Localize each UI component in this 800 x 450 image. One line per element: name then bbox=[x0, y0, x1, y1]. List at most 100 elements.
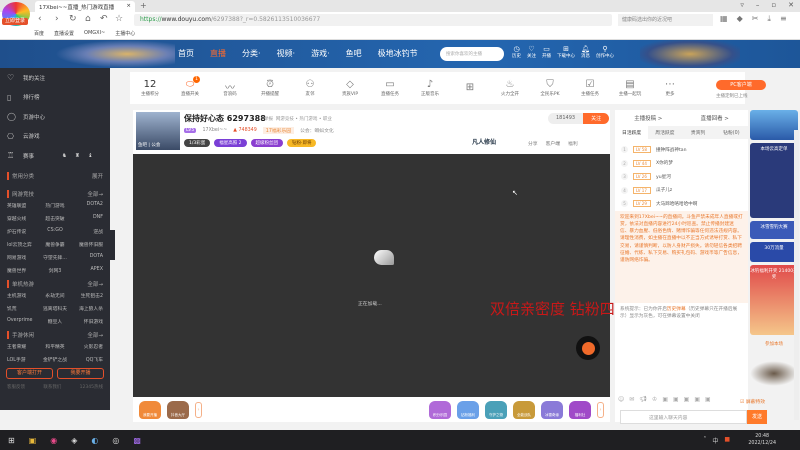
ad-banner[interactable]: 本场云高定单 bbox=[750, 143, 798, 218]
nav-home[interactable]: 首页 bbox=[178, 48, 194, 59]
video-player[interactable] bbox=[133, 154, 610, 397]
header-banner[interactable] bbox=[640, 40, 740, 68]
category-link[interactable]: 逃离塔科夫 bbox=[39, 305, 71, 312]
gift-item[interactable]: 抖音大厅 bbox=[167, 400, 189, 419]
category-link[interactable]: 饥荒 bbox=[7, 305, 39, 312]
category-link[interactable]: 魔兽争霸 bbox=[39, 241, 71, 248]
category-link[interactable]: 剑网3 bbox=[39, 267, 71, 274]
footer-link[interactable]: 联系我们 bbox=[43, 384, 61, 390]
crown-icon[interactable]: ♔ bbox=[652, 396, 657, 403]
bookmark[interactable]: OMGXI~ bbox=[84, 30, 105, 38]
replay-link[interactable]: 直播回看 > bbox=[701, 114, 729, 122]
footer-link[interactable]: 12345热线 bbox=[80, 384, 103, 390]
category-link[interactable]: 炉石传说 bbox=[7, 228, 39, 235]
send-button[interactable]: 发送 bbox=[747, 410, 767, 424]
game-logo[interactable]: 凡人修仙 bbox=[472, 137, 496, 146]
anchor-points[interactable]: 12 主播积分 bbox=[130, 79, 170, 97]
emoji-icon[interactable]: ☺ bbox=[618, 396, 624, 403]
category-link[interactable]: DOTA2 bbox=[71, 202, 103, 209]
ime-indicator[interactable]: 中 bbox=[712, 436, 718, 445]
browser-icon[interactable]: ◉ bbox=[50, 436, 57, 445]
event-logo[interactable] bbox=[750, 110, 798, 140]
douyu-logo[interactable] bbox=[55, 40, 175, 68]
open-client-button[interactable]: 客户端打开 bbox=[6, 367, 53, 379]
follow-button[interactable]: 关注 bbox=[583, 113, 610, 124]
category-link[interactable]: 热门游戏 bbox=[39, 202, 71, 209]
category-link[interactable]: 金铲铲之战 bbox=[39, 356, 71, 363]
nav-live[interactable]: 直播 bbox=[210, 48, 226, 59]
category-link[interactable]: DOTA bbox=[71, 254, 103, 261]
guild-link[interactable]: 公会：蝌蚪文化 bbox=[300, 127, 334, 134]
sidebar-item-following[interactable]: ♡ 我的关注 bbox=[0, 68, 110, 88]
toolbar-item-pk[interactable]: ⛉ 全民乐PK bbox=[530, 79, 570, 97]
history-link[interactable]: 历史弹幕 bbox=[667, 307, 686, 312]
page-scrollbar[interactable] bbox=[794, 130, 799, 420]
anchor-posts-link[interactable]: 主播投稿 > bbox=[634, 114, 662, 122]
rank-row[interactable]: 2 LV 44 X你的梦 bbox=[615, 157, 748, 171]
download-icon[interactable]: ⤓ bbox=[767, 14, 771, 24]
category-breadcrumb[interactable]: 网游竞技 • 热门游戏 • 职业 bbox=[276, 117, 332, 122]
category-link[interactable]: 永劫无间 bbox=[39, 292, 71, 299]
browser-tab[interactable]: 17Xbei~~直播_热门游戏直播 × bbox=[35, 1, 135, 12]
forward-icon[interactable]: › bbox=[55, 14, 59, 24]
toolbar-item-task[interactable]: ☑ 主播任务 bbox=[570, 79, 610, 97]
history-button[interactable]: ◷ 历史 bbox=[512, 45, 521, 59]
ad-banner[interactable]: 30万流量 bbox=[750, 242, 798, 262]
toolbar-item-gift[interactable]: ⊞ bbox=[450, 82, 490, 94]
skin-icon[interactable]: ▿ bbox=[740, 1, 744, 9]
back-icon[interactable]: ‹ bbox=[38, 14, 42, 24]
category-link[interactable]: 糖豆人 bbox=[39, 318, 71, 325]
category-link[interactable]: lol云顶之弈 bbox=[7, 241, 39, 248]
browser-search-input[interactable]: 健康码选出你的近况吧 bbox=[618, 14, 713, 26]
sidebar-item-webgames[interactable]: ◯ 页游中心 bbox=[0, 107, 110, 127]
game-icon[interactable]: ◆ bbox=[737, 14, 743, 24]
broadcast-button[interactable]: ▭ 开播 bbox=[542, 45, 551, 59]
sidebar-item-cloudgame[interactable]: ⎔ 云游戏 bbox=[0, 127, 110, 147]
start-broadcast-button[interactable]: 我要开播 bbox=[57, 367, 104, 379]
bookmark[interactable]: 主播中心 bbox=[115, 30, 135, 38]
toolbar-item-waveform[interactable]: 〰音浪码 bbox=[210, 79, 250, 97]
toolbar-item-alarm[interactable]: ⏰︎ 开播提醒 bbox=[250, 79, 290, 97]
apps-icon[interactable]: ▦ bbox=[720, 14, 728, 24]
expand-link[interactable]: 展开 bbox=[92, 172, 103, 180]
category-link[interactable]: 怀旧游戏 bbox=[71, 318, 103, 325]
welfare-button[interactable]: 福利 bbox=[568, 140, 578, 147]
all-link[interactable]: 全部→ bbox=[87, 280, 103, 288]
sidebar-collapse-handle[interactable] bbox=[110, 230, 115, 260]
nav-yuba[interactable]: 鱼吧 bbox=[346, 48, 362, 59]
tool-icon[interactable]: ▣ bbox=[673, 396, 679, 403]
category-link[interactable]: 魔兽世界 bbox=[7, 267, 39, 274]
avatar-tags[interactable]: 鱼吧 | 公会 bbox=[138, 142, 160, 148]
category-link[interactable]: Overprime bbox=[7, 318, 39, 325]
toolbar-item-ad[interactable]: ▭ 直播任务 bbox=[370, 79, 410, 97]
esports-logos[interactable]: ♞♜♝ bbox=[62, 153, 101, 159]
tool-icon[interactable]: ▣ bbox=[705, 396, 711, 403]
film-reel-icon[interactable] bbox=[576, 336, 600, 360]
nav-category[interactable]: 分类· bbox=[242, 48, 261, 59]
category-link[interactable]: 王者荣耀 bbox=[7, 343, 39, 350]
category-link[interactable]: 海上狼人杀 bbox=[71, 305, 103, 312]
obs-icon[interactable]: ◎ bbox=[112, 436, 119, 445]
tool-icon[interactable]: ▣ bbox=[694, 396, 700, 403]
new-tab-icon[interactable]: + bbox=[140, 1, 147, 10]
address-bar[interactable]: https://www.douyu.com/6297388?_r=0.58261… bbox=[134, 14, 612, 26]
maximize-icon[interactable]: ▫ bbox=[771, 1, 776, 9]
badge[interactable]: 福星高照 2 bbox=[214, 139, 247, 147]
category-link[interactable]: 火影忍者 bbox=[71, 343, 103, 350]
creator-center-button[interactable]: ⚲ 创作中心 bbox=[596, 45, 614, 59]
category-link[interactable]: 魔兽怀旧服 bbox=[71, 241, 103, 248]
rank-row[interactable]: 3 LV 26 yu星河 bbox=[615, 170, 748, 184]
gift-item[interactable]: 积分乐园 bbox=[429, 400, 451, 419]
rank-row[interactable]: 1 LV 58 撞钟阵战神tan bbox=[615, 143, 748, 157]
footer-link[interactable]: 客服反馈 bbox=[7, 384, 25, 390]
tray-app-icon[interactable]: ■ bbox=[724, 436, 730, 445]
app-icon[interactable]: ◈ bbox=[71, 436, 77, 445]
gift-item[interactable]: 福利社 bbox=[569, 400, 591, 419]
chat-input[interactable]: 这里输入聊天内容 bbox=[620, 410, 747, 424]
category-link[interactable]: 穿越火线 bbox=[7, 215, 39, 222]
messages-button[interactable]: 🔔︎ 消息 bbox=[581, 45, 590, 59]
gift-item[interactable]: 我要开播 bbox=[139, 400, 161, 419]
rank-row[interactable]: 4 LV 17 瓜子儿z bbox=[615, 184, 748, 198]
game-app-icon[interactable]: ▩ bbox=[133, 436, 141, 445]
category-link[interactable]: APEX bbox=[71, 267, 104, 274]
